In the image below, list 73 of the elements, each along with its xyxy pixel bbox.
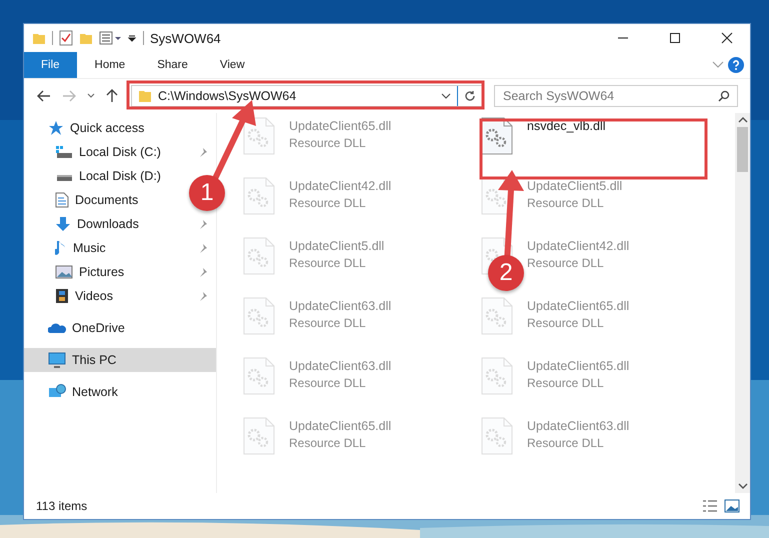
network-icon (48, 384, 66, 400)
nav-item[interactable]: Local Disk (C:) (24, 140, 216, 164)
pin-icon[interactable] (198, 267, 208, 277)
nav-item[interactable]: Local Disk (D:) (24, 164, 173, 188)
file-type: Resource DLL (289, 136, 367, 150)
document-icon (55, 192, 69, 208)
scrollbar[interactable] (735, 113, 750, 493)
scroll-down-icon[interactable] (738, 483, 748, 489)
file-name[interactable]: nsvdec_vlb.dll (527, 119, 606, 133)
file-type: Resource DLL (527, 256, 605, 270)
search-icon[interactable] (718, 90, 730, 102)
file-type: Resource DLL (289, 436, 367, 450)
file-type: Resource DLL (527, 436, 605, 450)
file-type: Resource DLL (289, 256, 367, 270)
gear-file-icon (243, 357, 275, 395)
scroll-thumb[interactable] (737, 127, 748, 172)
window-title: SysWOW64 (150, 30, 221, 46)
gear-file-icon (243, 117, 275, 155)
up-arrow-icon[interactable] (106, 89, 118, 103)
file-type: Resource DLL (527, 316, 605, 330)
gear-file-icon (243, 237, 275, 275)
dropdown-icon[interactable] (127, 33, 137, 43)
nav-item[interactable]: Network (24, 380, 216, 404)
address-path: C:\Windows\SysWOW64 (158, 89, 298, 103)
customize-icon[interactable] (99, 31, 121, 45)
nav-item[interactable]: Videos (24, 284, 216, 308)
scroll-up-icon[interactable] (738, 117, 748, 123)
pin-icon[interactable] (198, 147, 208, 157)
file-type: Resource DLL (527, 196, 605, 210)
nav-item[interactable]: This PC (24, 348, 216, 372)
gear-file-icon (481, 357, 513, 395)
pin-icon[interactable] (198, 243, 208, 253)
properties-icon[interactable] (59, 30, 73, 46)
nav-item[interactable]: Documents (24, 188, 150, 212)
recent-dropdown-icon[interactable] (87, 93, 95, 99)
item-count: 113 items (36, 499, 88, 513)
music-note-icon (55, 240, 67, 256)
nav-item[interactable]: Pictures (24, 260, 216, 284)
drive-icon (55, 145, 73, 159)
down-arrow-icon (55, 216, 71, 232)
ribbon-tab[interactable]: View (206, 52, 259, 78)
chevron-down-icon[interactable] (441, 93, 451, 99)
file-type: Resource DLL (289, 196, 367, 210)
file-type: Resource DLL (289, 376, 367, 390)
back-arrow-icon[interactable] (37, 90, 51, 102)
nav-item[interactable]: Downloads (24, 212, 216, 236)
ribbon-tab[interactable]: Home (80, 52, 140, 78)
nav-item[interactable]: OneDrive (24, 316, 216, 340)
gear-file-icon (481, 297, 513, 335)
ribbon-tab[interactable]: Share (143, 52, 202, 78)
folder-icon (138, 89, 152, 103)
gear-file-icon (481, 417, 513, 455)
search-field[interactable]: Search SysWOW64 (494, 85, 738, 107)
file-type: Resource DLL (527, 376, 605, 390)
details-view-icon[interactable] (702, 499, 718, 513)
address-bar[interactable]: C:\Windows\SysWOW64 (131, 85, 483, 107)
gear-file-icon (243, 297, 275, 335)
gear-file-icon (243, 177, 275, 215)
star-icon (48, 120, 64, 136)
picture-frame-icon (55, 265, 73, 279)
pin-icon[interactable] (198, 291, 208, 301)
thumbnail-view-icon[interactable] (724, 499, 740, 513)
refresh-icon[interactable] (464, 90, 476, 102)
pin-icon[interactable] (198, 219, 208, 229)
nav-item[interactable]: Music (24, 236, 216, 260)
cloud-icon (48, 322, 66, 334)
monitor-icon (48, 352, 66, 368)
film-strip-icon (55, 288, 69, 304)
ribbon-tab[interactable]: File (24, 52, 77, 78)
nav-item[interactable]: Quick access (24, 116, 216, 140)
gear-file-icon (243, 417, 275, 455)
help-icon[interactable] (728, 57, 744, 73)
file-type: Resource DLL (289, 316, 367, 330)
